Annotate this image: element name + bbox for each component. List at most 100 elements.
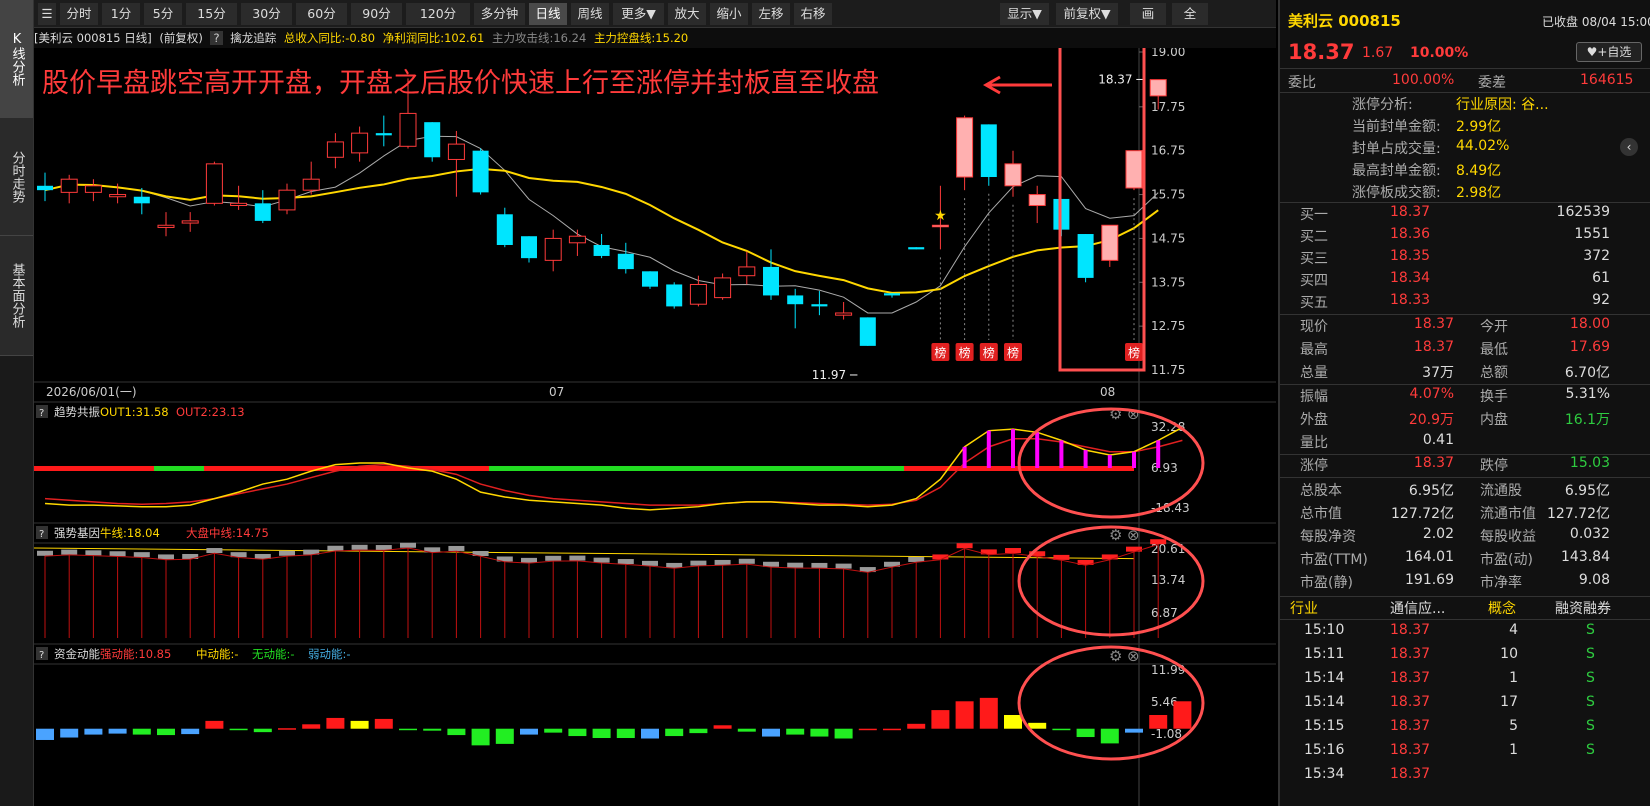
ind3-bar: [447, 728, 466, 736]
toolbar-btn-8[interactable]: 多分钟: [474, 3, 525, 25]
toolbar-btn-15[interactable]: 右移: [794, 3, 832, 25]
fq-label: (前复权): [159, 31, 203, 45]
toolbar-right-btn-0[interactable]: 显示▼: [1000, 3, 1049, 25]
date-label: 07: [549, 385, 564, 399]
quote2-label: 振幅: [1300, 389, 1328, 405]
fund-label: 每股净资: [1300, 529, 1356, 545]
toolbar-btn-9[interactable]: 日线: [529, 3, 567, 25]
fund-value: 191.69: [1405, 572, 1454, 588]
ind3-bar: [374, 718, 393, 729]
fund-value: 2.02: [1422, 526, 1454, 542]
toolbar-btn-1[interactable]: 1分: [102, 3, 140, 25]
tick-volume: 5: [1509, 718, 1518, 734]
side-tab-0[interactable]: K线分析: [0, 0, 33, 118]
tick-time: 15:16: [1304, 742, 1345, 758]
ind3-axis-label: -1.08: [1151, 727, 1182, 741]
toolbar-btn-13[interactable]: 缩小: [710, 3, 748, 25]
quote2-value: 0.41: [1422, 432, 1454, 448]
quote2-label: 内盘: [1480, 412, 1508, 428]
ind1-bar: [1132, 451, 1136, 468]
toolbar-btn-14[interactable]: 左移: [752, 3, 790, 25]
ind3-bar: [616, 728, 635, 739]
price-pct: 10.00%: [1410, 45, 1469, 61]
toolbar-btn-0[interactable]: 分时: [60, 3, 98, 25]
tick-volume: 1: [1509, 742, 1518, 758]
price-axis-label: 13.75: [1151, 275, 1185, 289]
ind1-axis-label: 6.93: [1151, 461, 1178, 475]
toolbar-btn-10[interactable]: 周线: [571, 3, 609, 25]
ind3-bar: [302, 724, 321, 729]
info-tab-2[interactable]: 概念: [1488, 598, 1516, 618]
toolbar-btn-11[interactable]: 更多▼: [613, 3, 664, 25]
ind3-bar: [544, 728, 563, 733]
fund-value: 164.01: [1405, 549, 1454, 565]
add-favorite-button[interactable]: ♥+自选: [1576, 42, 1642, 62]
quote2-value: 4.07%: [1409, 386, 1454, 402]
quote-label: 总量: [1300, 365, 1328, 381]
fund-value: 0.032: [1569, 526, 1610, 542]
tick-side: S: [1586, 694, 1595, 710]
help-icon[interactable]: ?: [210, 31, 223, 45]
quote-label: 总额: [1480, 365, 1508, 381]
ind3-bar: [1125, 728, 1143, 733]
toolbar-btn-6[interactable]: 90分: [351, 3, 402, 25]
tick-side: S: [1586, 622, 1595, 638]
limitup-label: 涨停分析:: [1352, 97, 1413, 113]
quote-panel: 美利云 000815 已收盘 08/04 15:00 18.37 1.67 10.00%…: [1278, 0, 1650, 806]
limit-value: 15.03: [1569, 455, 1610, 471]
revenue-yoy: 总收入同比:-0.80: [283, 31, 376, 45]
tick-side: S: [1586, 742, 1595, 758]
toolbar-right-btn-3[interactable]: 全屏: [1172, 3, 1208, 43]
trend-band: [34, 465, 154, 471]
tick-volume: 4: [1509, 622, 1518, 638]
limit-value: 18.37: [1413, 455, 1454, 471]
limit-label: 跌停: [1480, 458, 1508, 474]
market-status: 已收盘 08/04 15:00: [1542, 15, 1650, 29]
trend-band: [489, 465, 904, 471]
toolbar-btn-3[interactable]: 15分: [186, 3, 237, 25]
info-tab-0[interactable]: 行业: [1290, 598, 1318, 618]
ind3-bar: [253, 728, 272, 733]
tick-time: 15:14: [1304, 694, 1345, 710]
toolbar-btn-5[interactable]: 60分: [296, 3, 347, 25]
ind3-header: 资金动能: [54, 647, 100, 661]
rank-badge-label: 榜: [983, 345, 995, 360]
wc-label: 委差: [1478, 75, 1506, 91]
info-tab-1[interactable]: 通信应...: [1390, 598, 1445, 618]
info-tab-3[interactable]: 融资融券: [1555, 598, 1611, 618]
toolbar-btn-4[interactable]: 30分: [241, 3, 292, 25]
ind3-bar: [423, 728, 442, 731]
toolbar-btn-7[interactable]: 120分: [406, 3, 470, 25]
ind1-bar: [986, 430, 991, 468]
toolbar-btn-12[interactable]: 放大: [668, 3, 706, 25]
ind3-bar: [350, 720, 369, 729]
tick-volume: 1: [1509, 670, 1518, 686]
fund-label: 总股本: [1300, 483, 1342, 499]
ind3-bar: [1004, 715, 1022, 729]
ind3-bar: [979, 697, 998, 729]
high-label: 18.37 ─: [1098, 73, 1144, 87]
toolbar-right-btn-2[interactable]: 画线: [1130, 3, 1166, 43]
bid-label: 买一: [1300, 207, 1328, 223]
toolbar-btn-2[interactable]: 5分: [144, 3, 182, 25]
fund-value: 6.95亿: [1564, 483, 1610, 499]
bid-volume: 1551: [1574, 226, 1610, 242]
settings-icon: ⚙: [1109, 647, 1122, 665]
wb-value: 100.00%: [1392, 72, 1455, 88]
side-tab-1[interactable]: 分时走势: [0, 118, 33, 236]
ind3-bar: [181, 728, 200, 735]
fund-label: 市盈(动): [1480, 552, 1533, 568]
tick-price: 18.37: [1390, 622, 1431, 638]
ind3-bar: [955, 701, 974, 729]
toolbar-menu-icon[interactable]: ☰: [38, 3, 56, 25]
quote-label: 现价: [1300, 319, 1328, 335]
ind3-bar: [786, 728, 805, 735]
quote2-value: 5.31%: [1565, 386, 1610, 402]
chart-area: 19.0017.7516.7515.7514.7513.7512.7511.75…: [34, 48, 1276, 806]
side-tab-2[interactable]: 基本面分析: [0, 236, 33, 356]
ind3-bar: [1076, 728, 1095, 738]
panel-collapse-icon[interactable]: ‹: [1620, 138, 1638, 156]
toolbar-right-btn-1[interactable]: 前复权▼: [1056, 3, 1118, 25]
ind3-bar: [665, 728, 684, 737]
candle: [1077, 234, 1094, 283]
